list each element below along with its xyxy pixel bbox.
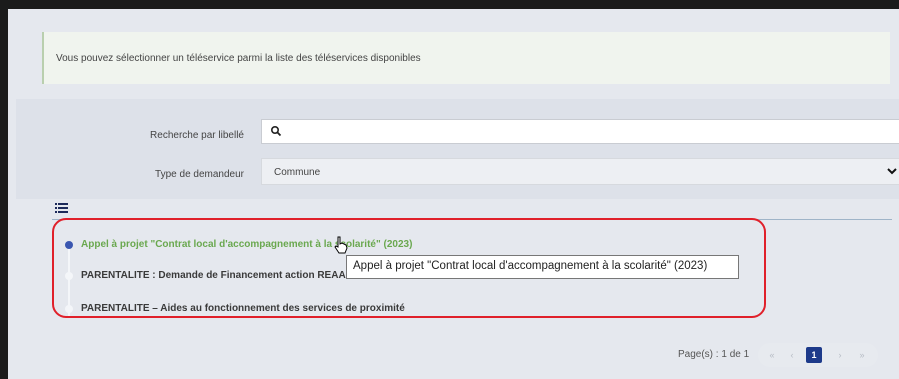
search-panel: Recherche par libellé Type de demandeur … xyxy=(16,99,899,199)
list-header xyxy=(52,199,892,220)
tooltip: Appel à projet "Contrat local d'accompag… xyxy=(346,255,739,279)
first-page-button[interactable]: « xyxy=(764,347,780,363)
search-icon xyxy=(270,125,282,140)
search-label: Recherche par libellé xyxy=(150,130,244,141)
list-icon[interactable] xyxy=(55,202,68,217)
info-message: Vous pouvez sélectionner un téléservice … xyxy=(56,53,421,64)
previous-page-button[interactable]: ‹ xyxy=(784,347,800,363)
pagination-label: Page(s) : 1 de 1 xyxy=(678,349,750,360)
last-page-button[interactable]: » xyxy=(854,347,870,363)
search-input[interactable] xyxy=(261,119,899,144)
pagination: « ‹ 1 › » xyxy=(758,343,878,367)
requester-type-value: Commune xyxy=(274,167,321,178)
chevron-down-icon[interactable] xyxy=(886,165,898,180)
requester-type-label: Type de demandeur xyxy=(155,169,244,180)
requester-type-select[interactable]: Commune xyxy=(261,158,899,185)
hand-cursor-icon xyxy=(334,236,348,257)
info-message-box: Vous pouvez sélectionner un téléservice … xyxy=(42,32,890,84)
window-edge xyxy=(0,9,8,379)
next-page-button[interactable]: › xyxy=(832,347,848,363)
app-frame: Vous pouvez sélectionner un téléservice … xyxy=(8,9,899,379)
current-page-button[interactable]: 1 xyxy=(806,347,822,363)
